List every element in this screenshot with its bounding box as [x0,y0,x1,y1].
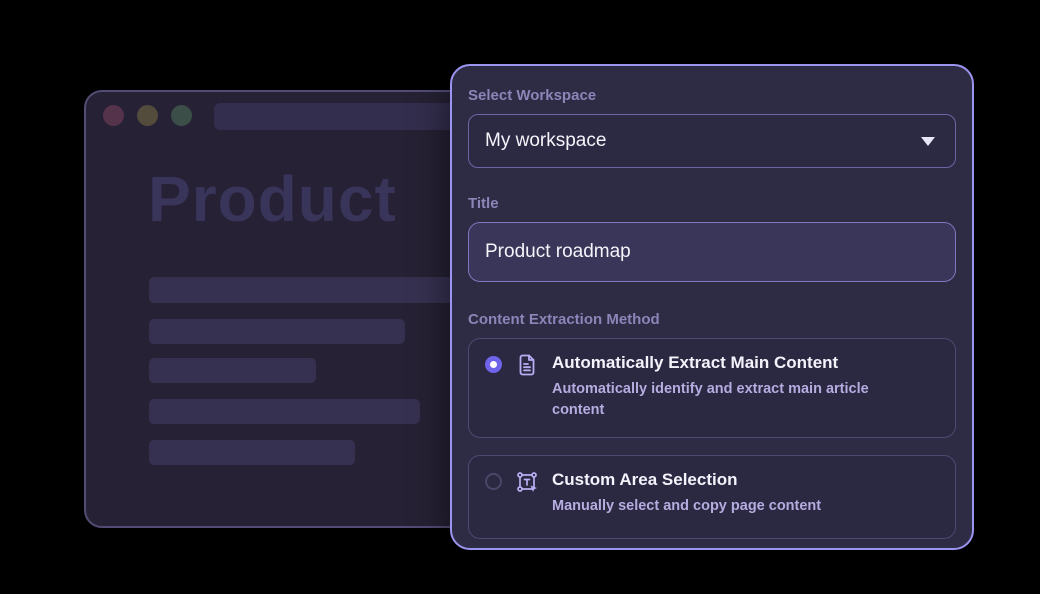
option-title: Custom Area Selection [552,469,939,491]
window-close-button[interactable] [103,105,124,126]
chevron-down-icon [921,137,935,146]
skeleton-text-bar [149,358,316,383]
clipper-panel: Select Workspace My workspace Title Cont… [450,64,974,550]
option-description: Manually select and copy page content [552,496,920,517]
workspace-label: Select Workspace [468,86,956,105]
option-auto-extract[interactable]: Automatically Extract Main Content Autom… [468,338,956,438]
extraction-method-label: Content Extraction Method [468,310,956,329]
area-select-icon [515,470,539,494]
option-custom-area[interactable]: Custom Area Selection Manually select an… [468,455,956,539]
page-title: Product [148,162,397,236]
window-maximize-button[interactable] [171,105,192,126]
skeleton-text-bar [149,440,355,465]
workspace-select-value: My workspace [485,130,606,152]
skeleton-text-bar [149,399,420,424]
workspace-select[interactable]: My workspace [468,114,956,168]
title-input[interactable] [468,222,956,282]
window-minimize-button[interactable] [137,105,158,126]
radio-button[interactable] [485,356,502,373]
option-description: Automatically identify and extract main … [552,379,920,421]
option-title: Automatically Extract Main Content [552,352,939,374]
title-label: Title [468,194,956,213]
document-icon [515,353,539,377]
skeleton-text-bar [149,319,405,344]
page-background: Product Select Workspace My workspace Ti… [0,0,1040,594]
radio-button[interactable] [485,473,502,490]
